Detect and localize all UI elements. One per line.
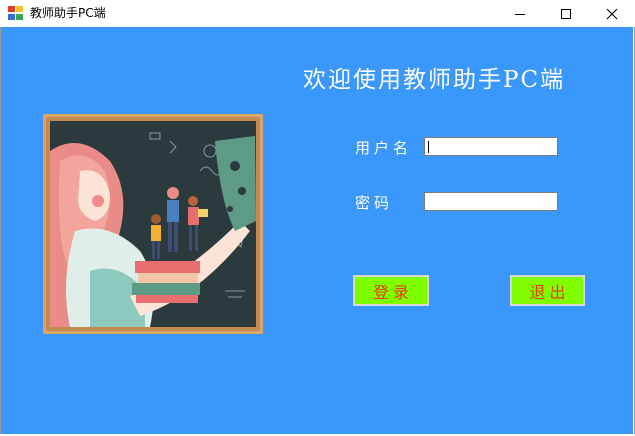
username-input[interactable] — [424, 137, 558, 156]
username-label: 用户名 — [355, 139, 413, 157]
close-button[interactable] — [589, 0, 635, 27]
maximize-button[interactable] — [543, 0, 589, 27]
close-icon — [606, 8, 618, 19]
title-bar[interactable]: 教师助手PC端 — [0, 0, 635, 27]
exit-button[interactable]: 退出 — [510, 275, 585, 306]
window-title: 教师助手PC端 — [30, 6, 106, 20]
client-area: 欢迎使用教师助手PC端 用户名 密码 登录 退出 — [1, 27, 633, 434]
teacher-illustration — [43, 114, 263, 334]
password-input[interactable] — [424, 192, 558, 211]
text-caret — [428, 141, 429, 153]
welcome-heading: 欢迎使用教师助手PC端 — [303, 67, 566, 93]
app-icon — [8, 6, 24, 21]
illustration-graphic — [50, 132, 256, 327]
login-window: 教师助手PC端 欢迎使用教师助手PC端 用户名 密码 登录 退出 — [0, 0, 635, 436]
chalkboard-picture — [50, 121, 256, 327]
minimize-button[interactable] — [497, 0, 543, 27]
password-label: 密码 — [355, 194, 394, 212]
login-button[interactable]: 登录 — [353, 275, 429, 306]
minimize-icon — [515, 13, 525, 15]
maximize-icon — [561, 8, 571, 19]
